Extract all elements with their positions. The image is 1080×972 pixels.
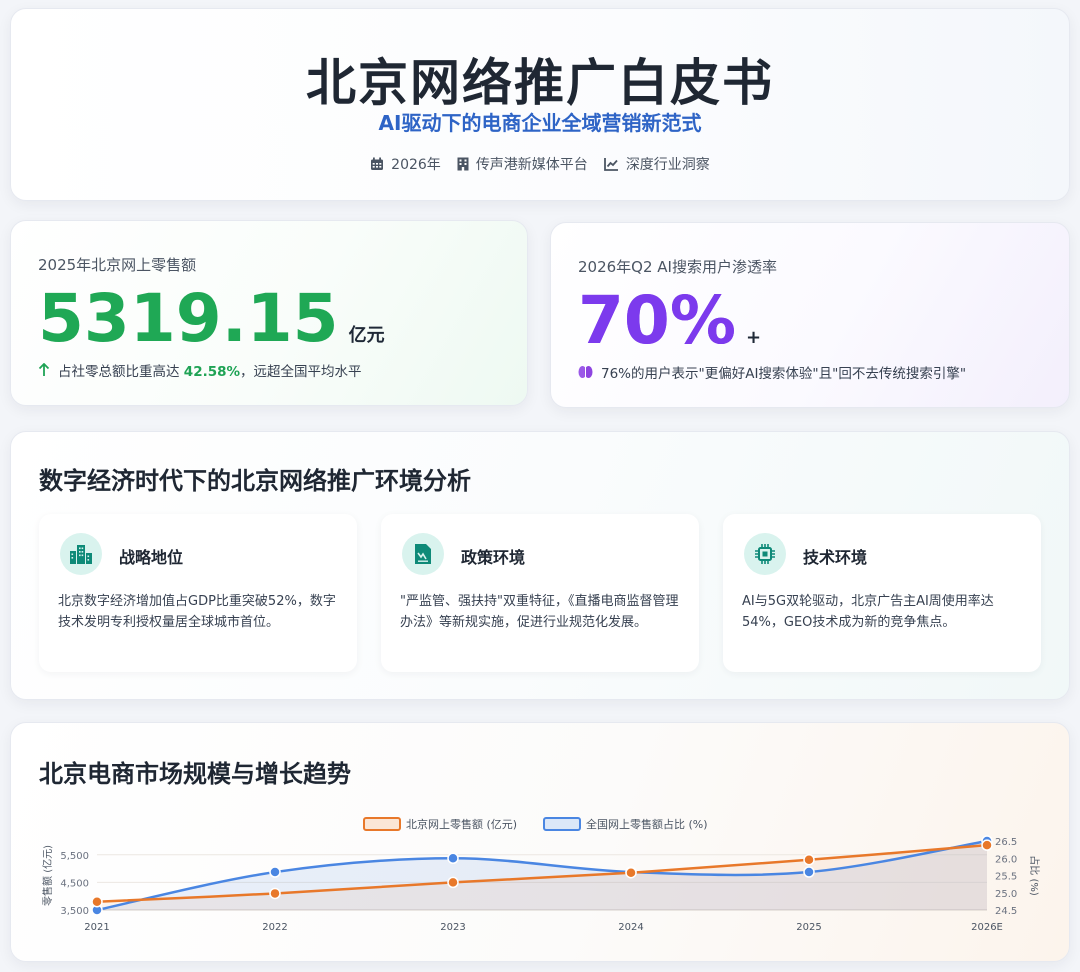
share-point — [803, 866, 815, 878]
stat-note-text: 占社零总额比重高达 42.58%，远超全国平均水平 — [58, 360, 362, 380]
meta-insight-text: 深度行业洞察 — [625, 157, 710, 173]
page-title: 北京网络推广白皮书 — [306, 54, 774, 112]
retail-point — [91, 895, 103, 908]
stat-card-ai-search: 2026年Q2 AI搜索用户渗透率 70% + 76%的用户表示"更偏好AI搜索… — [550, 222, 1070, 408]
factor-desc: 北京数字经济增加值占GDP比重突破52%，数字技术发明专利授权量居全球城市首位。 — [58, 594, 336, 631]
x-tick-label: 2024 — [618, 922, 643, 933]
retail-point — [981, 839, 993, 851]
y-axis-label: 零售额 (亿元) — [41, 845, 54, 906]
legend-swatch-retail — [363, 817, 401, 831]
stat-unit: 亿元 — [348, 325, 385, 346]
stat-value-row: 70% + — [578, 282, 762, 359]
arrow-up-icon — [38, 363, 50, 376]
factor-title: 技术环境 — [803, 548, 868, 567]
retail-point — [625, 866, 637, 879]
stat-value: 70% — [578, 282, 736, 359]
y2-tick-label: 26.0 — [995, 854, 1017, 865]
factor-title: 战略地位 — [119, 548, 184, 567]
legend-swatch-share — [543, 817, 581, 831]
stat-note: 占社零总额比重高达 42.58%，远超全国平均水平 — [38, 360, 362, 380]
line-chart-icon — [603, 158, 618, 171]
factor-icon-wrap — [744, 533, 786, 575]
page-subtitle: AI驱动下的电商企业全域营销新范式 — [378, 111, 702, 135]
meta-year: 2026年 — [370, 154, 441, 174]
stat-label: 2026年Q2 AI搜索用户渗透率 — [578, 258, 777, 276]
city-buildings-icon — [70, 545, 92, 564]
market-trend-section: 北京电商市场规模与增长趋势 3,500 4,500 5,500 24.5 25.0 25.… — [10, 722, 1070, 962]
factor-card-tech: 技术环境 AI与5G双轮驱动，北京广告主AI周使用率达54%，GEO技术成为新的… — [723, 514, 1041, 672]
calendar-icon — [371, 157, 384, 170]
legend-label-share: 全国网上零售额占比 (%) — [586, 817, 708, 831]
y2-tick-label: 25.5 — [995, 872, 1017, 883]
stat-unit: + — [745, 327, 762, 348]
retail-point — [447, 876, 459, 889]
retail-point — [269, 887, 281, 900]
y2-tick-label: 24.5 — [995, 906, 1017, 917]
meta-insight: 深度行业洞察 — [603, 154, 710, 174]
x-tick-label: 2022 — [262, 922, 287, 933]
factor-icon-wrap — [402, 533, 444, 575]
stat-value: 5319.15 — [38, 280, 339, 357]
stat-label: 2025年北京网上零售额 — [38, 256, 197, 274]
stat-note: 76%的用户表示"更偏好AI搜索体验"且"回不去传统搜索引擎" — [578, 362, 966, 382]
y2-tick-label: 26.5 — [995, 837, 1017, 848]
stat-note-text: 76%的用户表示"更偏好AI搜索体验"且"回不去传统搜索引擎" — [601, 366, 967, 382]
y-tick-label: 3,500 — [60, 906, 89, 917]
x-tick-label: 2026E — [971, 922, 1003, 933]
share-point — [269, 866, 281, 878]
factor-icon-wrap — [60, 533, 102, 575]
policy-document-icon — [415, 544, 431, 564]
retail-point — [803, 854, 815, 866]
stat-note-suffix: ，远超全国平均水平 — [240, 364, 362, 380]
stat-note-prefix: 占社零总额比重高达 — [58, 364, 180, 380]
x-tick-label: 2025 — [796, 922, 821, 933]
legend-label-retail: 北京网上零售额 (亿元) — [406, 817, 517, 831]
stat-note-highlight: 42.58% — [183, 364, 241, 380]
share-point — [447, 852, 459, 864]
chip-icon — [755, 544, 775, 564]
brain-icon — [578, 366, 593, 378]
factor-card-strategy: 战略地位 北京数字经济增加值占GDP比重突破52%，数字技术发明专利授权量居全球… — [39, 514, 357, 672]
factor-title: 政策环境 — [461, 548, 526, 567]
hero-header: 北京网络推广白皮书 AI驱动下的电商企业全域营销新范式 2026年 传声港新媒体… — [10, 8, 1070, 201]
trend-chart: 3,500 4,500 5,500 24.5 25.0 25.5 26.0 26.5 零售额 (… — [41, 817, 1041, 933]
meta-platform: 传声港新媒体平台 — [457, 154, 588, 174]
environment-analysis: 数字经济时代下的北京网络推广环境分析 战略地位 北京数字经济增加值占GDP比重突 — [10, 431, 1070, 700]
stat-card-retail: 2025年北京网上零售额 5319.15 亿元 占社零总额比重高达 42.58%… — [10, 220, 528, 406]
factor-card-policy: 政策环境 "严监管、强扶持"双重特征，《直播电商监督管理办法》等新规实施，促进行… — [381, 514, 699, 672]
y-tick-label: 4,500 — [60, 878, 89, 889]
meta-platform-text: 传声港新媒体平台 — [475, 157, 588, 173]
y2-tick-label: 25.0 — [995, 889, 1017, 900]
meta-year-text: 2026年 — [391, 157, 441, 173]
stat-value-row: 5319.15 亿元 — [38, 280, 385, 357]
x-tick-label: 2023 — [440, 922, 465, 933]
y2-axis-label: 占比 (%) — [1028, 855, 1041, 896]
y-tick-label: 5,500 — [60, 851, 89, 862]
section-title: 数字经济时代下的北京网络推广环境分析 — [39, 467, 471, 495]
building-icon — [457, 157, 469, 171]
factor-desc: AI与5G双轮驱动，北京广告主AI周使用率达54%，GEO技术成为新的竞争焦点。 — [742, 594, 994, 631]
factor-desc: "严监管、强扶持"双重特征，《直播电商监督管理办法》等新规实施，促进行业规范化发… — [400, 594, 679, 631]
x-tick-label: 2021 — [84, 922, 109, 933]
meta-row: 2026年 传声港新媒体平台 深度行业洞察 — [11, 154, 1069, 174]
